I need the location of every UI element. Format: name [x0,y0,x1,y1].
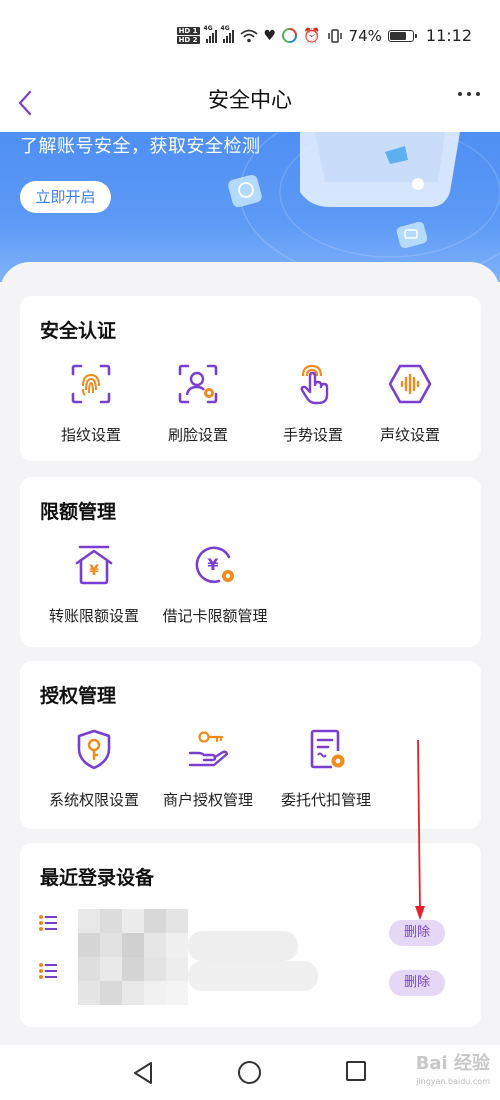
fingerprint-settings-item[interactable]: 指纹设置 [36,362,146,445]
fingerprint-icon [71,364,111,404]
gesture-icon [300,364,329,405]
status-icons: HD 1 HD 2 4G 4G ♥ ⏰ 74% 11:12 [176,25,472,45]
entrust-deduction-item[interactable]: 委托代扣管理 [268,727,384,810]
banner-text: 了解账号安全，获取安全检测 [20,136,261,157]
blurred-device-info [78,909,188,959]
item-label: 刷脸设置 [167,426,228,444]
security-auth-card: 安全认证 指纹设置 刷脸设置 手势设置 声纹设置 [20,296,481,461]
item-label: 商户授权管理 [162,791,253,809]
signal-icon-1: 4G [204,25,217,43]
gesture-settings-item[interactable]: 手势设置 [258,362,368,445]
vibrate-icon [327,28,342,43]
transfer-limit-item[interactable]: ¥ 转账限额设置 [38,543,150,626]
system-back-icon[interactable] [132,1061,154,1085]
hd-icon: HD 1 HD 2 [176,27,200,44]
item-label: 借记卡限额管理 [162,607,268,625]
merchant-authorization-item[interactable]: 商户授权管理 [148,727,268,810]
entrust-doc-icon [310,729,345,769]
item-label: 转账限额设置 [48,607,139,625]
limit-management-card: 限额管理 ¥ 转账限额设置 ¥ 借记卡限额管理 [20,477,481,647]
item-label: 指纹设置 [60,426,121,444]
debit-card-limit-icon: ¥ [195,546,234,584]
page-title: 安全中心 [208,88,292,112]
heart-health-icon: ♥ [263,27,277,44]
svg-text:¥: ¥ [207,555,218,574]
face-settings-item[interactable]: 刷脸设置 [143,362,253,445]
signal-icon-2: 4G [221,25,234,43]
transfer-limit-icon: ¥ [75,545,113,585]
status-bar: HD 1 HD 2 4G 4G ♥ ⏰ 74% 11:12 [0,0,500,72]
section-title-auth: 安全认证 [40,320,117,342]
baidu-watermark: Bai 经验 jingyan.baidu.com [415,1053,490,1087]
blurred-device-info [78,957,188,1007]
system-recent-apps-icon[interactable] [346,1061,366,1081]
battery-icon [387,29,417,42]
alarm-icon: ⏰ [303,27,321,44]
merchant-key-icon [188,731,229,767]
wifi-icon [239,29,258,42]
item-label: 手势设置 [282,426,343,444]
more-options-icon[interactable] [458,92,480,96]
voiceprint-icon [388,364,432,404]
clock: 11:12 [425,26,472,45]
section-title-devices: 最近登录设备 [40,867,155,889]
svg-text:¥: ¥ [89,563,99,579]
annotation-arrow-icon [415,740,425,920]
security-banner[interactable]: 了解账号安全，获取安全检测 立即开启 [0,132,500,282]
system-home-icon[interactable] [238,1061,261,1084]
delete-device-button[interactable]: 删除 [389,970,445,996]
system-navigation-bar: Bai 经验 jingyan.baidu.com [0,1045,500,1100]
nav-bar: 安全中心 [0,72,500,132]
section-title-limit: 限额管理 [40,501,117,523]
face-scan-icon [178,364,218,404]
section-title-permission: 授权管理 [40,685,117,707]
system-permission-item[interactable]: 系统权限设置 [38,727,150,810]
blurred-device-detail [188,961,318,991]
shield-key-icon [77,729,111,770]
device-list-icon [39,915,57,931]
debit-card-limit-item[interactable]: ¥ 借记卡限额管理 [150,543,280,626]
item-label: 声纹设置 [379,426,440,444]
enable-now-button[interactable]: 立即开启 [20,181,111,213]
item-label: 系统权限设置 [48,791,139,809]
voiceprint-settings-item[interactable]: 声纹设置 [355,362,465,445]
item-label: 委托代扣管理 [280,791,371,809]
battery-percent: 74% [348,26,382,45]
app-notification-icon [282,28,298,43]
device-list-icon [39,963,57,979]
